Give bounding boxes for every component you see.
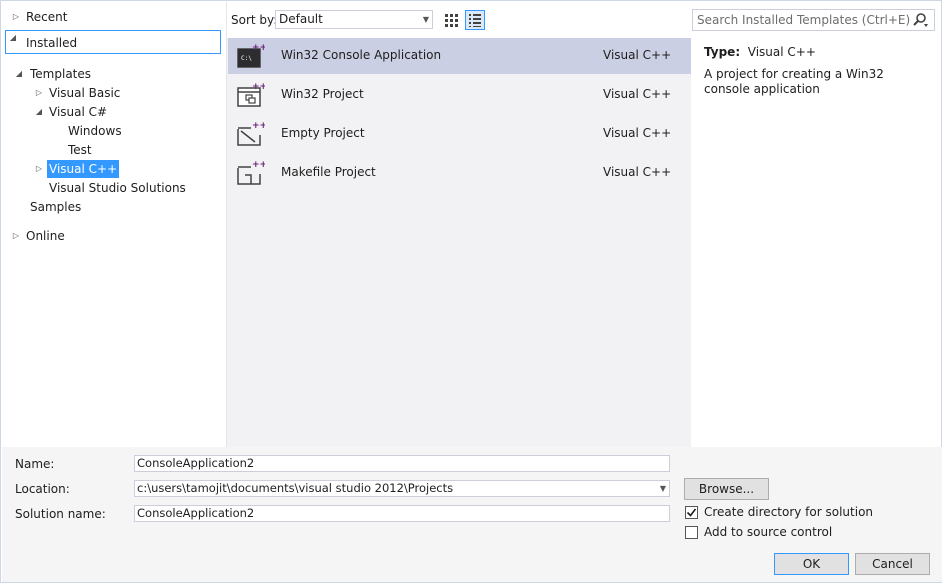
ok-button[interactable]: OK [774,553,849,575]
template-list-pane: Sort by: Default ▼ C:\ ++ Win32 Console … [227,2,691,447]
expand-arrow-icon[interactable]: ▷ [11,227,21,245]
sort-dropdown[interactable]: Default ▼ [275,10,433,29]
location-combobox[interactable]: c:\users\tamojit\documents\visual studio… [134,480,670,497]
template-language: Visual C++ [603,126,672,140]
template-name: Makefile Project [281,165,376,179]
sort-value: Default [279,12,323,26]
template-item-makefile-project[interactable]: ++ Makefile Project Visual C++ [228,155,691,191]
chevron-down-icon: ▼ [422,15,429,24]
template-tree: ▷ Recent ◢ Installed ◢ Templates ▷ Visua… [2,2,225,447]
location-label: Location: [15,482,70,496]
console-app-icon: C:\ ++ [237,43,265,68]
template-name: Win32 Project [281,87,364,101]
sort-label: Sort by: [231,13,278,27]
collapse-arrow-icon[interactable]: ◢ [14,65,24,83]
project-form: Name: ConsoleApplication2 Location: c:\u… [2,447,942,582]
template-language: Visual C++ [603,165,672,179]
template-name: Empty Project [281,126,365,140]
source-control-label: Add to source control [704,525,833,539]
solution-name-label: Solution name: [15,507,106,521]
collapse-arrow-icon[interactable]: ◢ [34,103,44,121]
list-view-icon [469,14,481,27]
tree-item-vs-solutions[interactable]: Visual Studio Solutions [49,179,186,197]
checkmark-icon [686,508,697,517]
type-value: Visual C++ [747,45,816,59]
name-label: Name: [15,457,55,471]
tree-item-windows[interactable]: Windows [68,122,122,140]
small-icons-view-button[interactable] [465,10,485,30]
search-placeholder: Search Installed Templates (Ctrl+E) [697,13,911,27]
name-input[interactable]: ConsoleApplication2 [134,455,670,472]
tree-item-test[interactable]: Test [68,141,92,159]
svg-text:C:\: C:\ [241,55,252,62]
template-item-empty-project[interactable]: ++ Empty Project Visual C++ [228,116,691,152]
details-pane: Search Installed Templates (Ctrl+E) Type… [691,2,941,447]
win32-project-icon: ++ [237,82,265,107]
template-type: Type: Visual C++ [704,45,816,59]
template-item-win32-project[interactable]: ++ Win32 Project Visual C++ [228,77,691,113]
solution-name-input[interactable]: ConsoleApplication2 [134,505,670,522]
expand-arrow-icon[interactable]: ▷ [11,8,21,26]
browse-button[interactable]: Browse... [684,478,769,500]
svg-text:++: ++ [252,43,265,53]
svg-text:++: ++ [252,82,265,92]
template-list: C:\ ++ Win32 Console Application Visual … [227,38,691,447]
template-language: Visual C++ [603,48,672,62]
template-item-win32-console[interactable]: C:\ ++ Win32 Console Application Visual … [228,38,691,74]
tree-item-installed[interactable]: ◢ Installed [5,30,221,54]
sort-toolbar: Sort by: Default ▼ [227,2,691,36]
search-templates-input[interactable]: Search Installed Templates (Ctrl+E) [692,9,935,31]
chevron-down-icon[interactable]: ▼ [660,481,666,496]
tree-item-samples[interactable]: Samples [30,198,81,216]
collapse-arrow-icon[interactable]: ◢ [8,33,18,51]
cancel-button[interactable]: Cancel [855,553,930,575]
expand-arrow-icon[interactable]: ▷ [34,84,44,102]
template-name: Win32 Console Application [281,48,442,62]
expand-arrow-icon[interactable]: ▷ [34,160,44,178]
grid-view-icon [445,14,458,27]
medium-icons-view-button[interactable] [441,10,461,30]
template-description: A project for creating a Win32 console a… [704,67,884,96]
source-control-checkbox[interactable] [685,526,698,539]
makefile-project-icon: ++ [237,160,265,185]
new-project-dialog: ▷ Recent ◢ Installed ◢ Templates ▷ Visua… [0,0,942,583]
create-directory-checkbox[interactable] [685,506,698,519]
svg-text:++: ++ [252,121,265,131]
svg-text:++: ++ [252,160,265,170]
search-icon[interactable] [912,12,928,34]
create-directory-label: Create directory for solution [704,505,874,519]
type-label: Type: [704,45,741,59]
empty-project-icon: ++ [237,121,265,146]
template-language: Visual C++ [603,87,672,101]
